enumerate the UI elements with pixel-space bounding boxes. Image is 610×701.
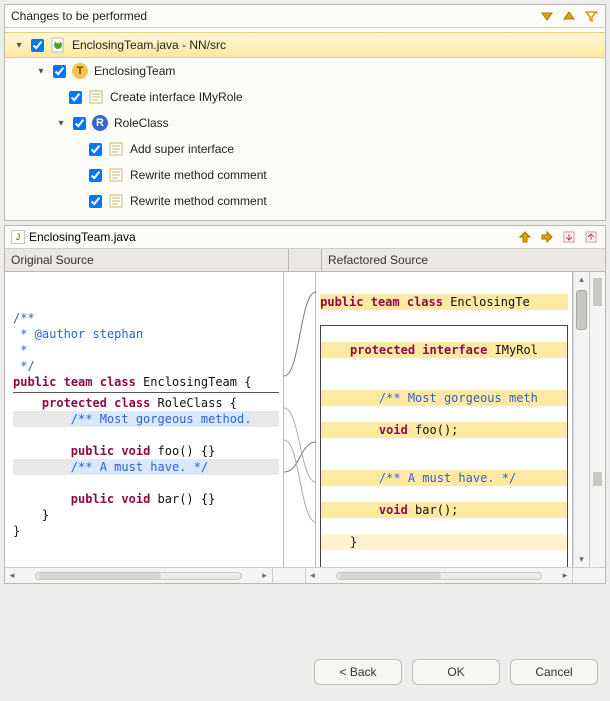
changes-title: Changes to be performed <box>11 9 147 23</box>
changes-header: Changes to be performed <box>5 5 605 28</box>
tree-row-add-super[interactable]: Add super interface <box>5 136 605 162</box>
filter-icon[interactable] <box>583 8 599 24</box>
code-line: protected class RoleClass { <box>13 396 237 410</box>
text-change-icon <box>108 193 124 209</box>
checkbox-rewrite-1[interactable] <box>89 169 102 182</box>
code-line <box>321 455 328 469</box>
hscroll-left-arrow-icon[interactable]: ◂ <box>5 570 19 581</box>
tree-label-rewrite-1: Rewrite method comment <box>130 168 267 182</box>
team-class-icon: T <box>72 63 88 79</box>
tree-label-add-super: Add super interface <box>130 142 234 156</box>
tree-row-class[interactable]: ▾ T EnclosingTeam <box>5 58 605 84</box>
code-line: } <box>13 524 20 538</box>
java-unit-icon: J <box>11 230 25 244</box>
overview-mark <box>593 472 602 486</box>
scrollbar-thumb[interactable] <box>576 290 587 330</box>
next-change-icon[interactable] <box>539 8 555 24</box>
tree-label-file: EnclosingTeam.java - NN/src <box>72 38 226 52</box>
checkbox-class[interactable] <box>53 65 66 78</box>
hscroll-right-pane[interactable]: ◂ ▸ <box>306 568 574 583</box>
overview-mark <box>593 278 602 306</box>
changes-tree: ▾ EnclosingTeam.java - NN/src ▾ T Enclos… <box>5 28 605 220</box>
hscroll-gutter <box>273 568 306 583</box>
dialog-buttons: < Back OK Cancel <box>314 659 598 685</box>
diff-body: /** * @author stephan * */ public team c… <box>5 272 605 567</box>
expand-toggle-icon[interactable]: ▾ <box>55 117 67 129</box>
checkbox-roleclass[interactable] <box>73 117 86 130</box>
overview-ruler[interactable] <box>589 272 605 567</box>
tree-row-rewrite-2[interactable]: Rewrite method comment <box>5 188 605 214</box>
diff-connector <box>284 272 316 567</box>
code-line: public team class EnclosingTe <box>320 294 568 310</box>
code-line: public team class EnclosingTeam { <box>13 375 251 389</box>
hscroll-left-arrow-icon[interactable]: ◂ <box>306 570 320 581</box>
code-line <box>321 375 328 389</box>
hscroll-right-arrow-icon[interactable]: ▸ <box>558 570 572 581</box>
code-line: * <box>13 343 27 357</box>
code-line: } <box>321 534 567 550</box>
tree-label-rewrite-2: Rewrite method comment <box>130 194 267 208</box>
changes-panel: Changes to be performed ▾ EnclosingTeam.… <box>4 4 606 221</box>
text-change-icon <box>108 167 124 183</box>
tree-row-rewrite-1[interactable]: Rewrite method comment <box>5 162 605 188</box>
checkbox-add-super[interactable] <box>89 143 102 156</box>
gutter-header <box>289 249 322 271</box>
back-button[interactable]: < Back <box>314 659 402 685</box>
copy-left-icon[interactable] <box>539 229 555 245</box>
code-line: protected interface IMyRol <box>321 342 567 358</box>
prev-diff-icon[interactable] <box>583 229 599 245</box>
expand-toggle-icon[interactable]: ▾ <box>13 39 25 51</box>
compare-header: J EnclosingTeam.java <box>5 226 605 249</box>
role-class-icon: R <box>92 115 108 131</box>
code-line: * @author stephan <box>13 327 143 341</box>
original-source-header: Original Source <box>5 249 289 271</box>
checkbox-rewrite-2[interactable] <box>89 195 102 208</box>
ok-button[interactable]: OK <box>412 659 500 685</box>
cancel-button[interactable]: Cancel <box>510 659 598 685</box>
java-file-icon <box>50 37 66 53</box>
next-diff-icon[interactable] <box>561 229 577 245</box>
code-line: /** Most gorgeous method. <box>13 411 279 427</box>
code-line: /** Most gorgeous meth <box>321 390 567 406</box>
scroll-up-icon[interactable]: ▴ <box>574 274 589 285</box>
code-line: public void foo() {} <box>13 444 215 458</box>
hscroll-right-arrow-icon[interactable]: ▸ <box>258 570 272 581</box>
tree-label-class: EnclosingTeam <box>94 64 175 78</box>
diff-column-headers: Original Source Refactored Source <box>5 249 605 272</box>
tree-row-roleclass[interactable]: ▾ R RoleClass <box>5 110 605 136</box>
code-line: /** <box>13 311 35 325</box>
copy-all-left-icon[interactable] <box>517 229 533 245</box>
hscroll-left[interactable]: ◂ ▸ <box>5 568 273 583</box>
compare-panel: J EnclosingTeam.java Original Source Ref… <box>4 225 606 584</box>
hscroll-overview-gap <box>573 568 605 583</box>
text-change-icon <box>108 141 124 157</box>
text-change-icon <box>88 89 104 105</box>
checkbox-create-interface[interactable] <box>69 91 82 104</box>
tree-row-create-interface[interactable]: Create interface IMyRole <box>5 84 605 110</box>
refactored-source-pane[interactable]: public team class EnclosingTe protected … <box>316 272 573 567</box>
original-source-pane[interactable]: /** * @author stephan * */ public team c… <box>5 272 284 567</box>
vertical-scrollbar[interactable]: ▴ ▾ <box>573 272 589 567</box>
code-line: } <box>13 508 49 522</box>
prev-change-icon[interactable] <box>561 8 577 24</box>
code-line: void foo(); <box>321 422 567 438</box>
code-line: public void bar() {} <box>13 492 215 506</box>
checkbox-file[interactable] <box>31 39 44 52</box>
compare-filename: EnclosingTeam.java <box>29 230 136 244</box>
tree-row-file[interactable]: ▾ EnclosingTeam.java - NN/src <box>5 32 605 58</box>
scroll-down-icon[interactable]: ▾ <box>574 554 589 565</box>
code-line: /** A must have. */ <box>13 459 279 475</box>
horizontal-scrollbars: ◂ ▸ ◂ ▸ <box>5 567 605 583</box>
tree-label-roleclass: RoleClass <box>114 116 169 130</box>
code-line: void bar(); <box>321 502 567 518</box>
expand-toggle-icon[interactable]: ▾ <box>35 65 47 77</box>
tree-label-create-interface: Create interface IMyRole <box>110 90 243 104</box>
refactored-source-header: Refactored Source <box>322 249 605 271</box>
code-line: /** A must have. */ <box>321 470 567 486</box>
code-line: */ <box>13 359 35 373</box>
